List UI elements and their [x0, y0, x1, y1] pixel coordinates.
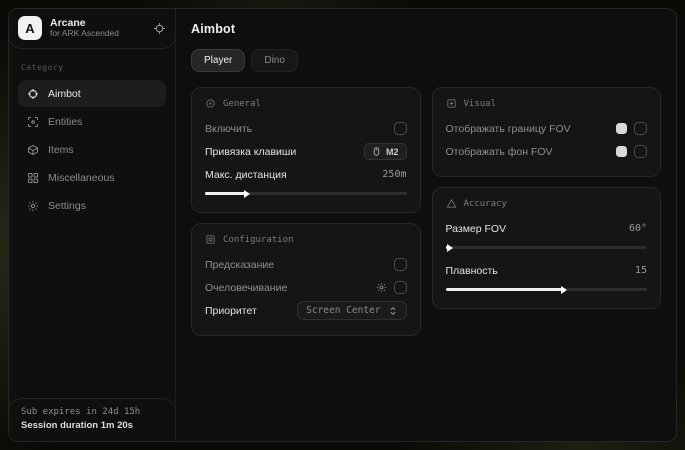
mouse-icon — [372, 146, 381, 157]
sidebar-item-items[interactable]: Items — [18, 136, 166, 163]
sidebar-header: A Arcane for ARK Ascended — [8, 9, 176, 49]
priority-label: Приоритет — [205, 305, 257, 317]
right-column: Visual Отображать границу FOV Отображать… — [432, 87, 662, 336]
card-general: General Включить Привязка клавиши M2 — [191, 87, 421, 213]
sidebar-item-aimbot[interactable]: Aimbot — [18, 80, 166, 107]
card-visual-header: Visual — [446, 98, 648, 109]
grid-icon — [27, 172, 39, 184]
row-priority: Приоритет Screen Center — [205, 299, 407, 322]
left-column: General Включить Привязка клавиши M2 — [191, 87, 421, 336]
triangle-icon — [446, 198, 457, 209]
fov-bg-controls — [616, 145, 647, 158]
card-visual: Visual Отображать границу FOV Отображать… — [432, 87, 662, 177]
card-general-header: General — [205, 98, 407, 109]
card-configuration-header: Configuration — [205, 234, 407, 245]
priority-value: Screen Center — [306, 305, 380, 316]
smoothness-value: 15 — [635, 265, 647, 276]
app-subtitle: for ARK Ascended — [50, 29, 145, 39]
keybind-value: M2 — [386, 147, 399, 157]
row-enable: Включить — [205, 117, 407, 140]
tab-player[interactable]: Player — [191, 49, 245, 72]
fov-size-value: 60° — [629, 223, 647, 234]
tab-dino[interactable]: Dino — [251, 49, 298, 72]
target-icon — [205, 98, 216, 109]
card-configuration: Configuration Предсказание Очеловечивани… — [191, 223, 421, 336]
row-distance: Макс. дистанция 250m — [205, 163, 407, 186]
crosshair-icon[interactable] — [153, 22, 166, 35]
row-prediction: Предсказание — [205, 253, 407, 276]
app-logo: A — [18, 16, 42, 40]
prediction-label: Предсказание — [205, 259, 274, 271]
row-humanize: Очеловечивание — [205, 276, 407, 299]
sidebar-nav: Category Aimbot Entities Items — [9, 49, 175, 228]
distance-slider[interactable] — [205, 192, 407, 195]
keybind-label: Привязка клавиши — [205, 146, 296, 158]
scan-icon — [27, 116, 39, 128]
fov-bg-label: Отображать фон FOV — [446, 146, 553, 158]
tab-bar: Player Dino — [191, 49, 661, 72]
card-accuracy-header: Accuracy — [446, 198, 648, 209]
sidebar-item-label: Aimbot — [48, 88, 81, 100]
distance-value: 250m — [382, 169, 406, 180]
fov-border-color-swatch[interactable] — [616, 123, 627, 134]
gear-icon[interactable] — [376, 282, 387, 293]
row-fov-bg: Отображать фон FOV — [446, 140, 648, 163]
sidebar: A Arcane for ARK Ascended Category Aimbo… — [9, 9, 176, 441]
humanize-label: Очеловечивание — [205, 282, 287, 294]
card-accuracy: Accuracy Размер FOV 60° Плавность — [432, 187, 662, 309]
sidebar-item-settings[interactable]: Settings — [18, 192, 166, 219]
sidebar-item-label: Entities — [48, 116, 82, 128]
row-fov-border: Отображать границу FOV — [446, 117, 648, 140]
chevrons-up-down-icon — [388, 306, 398, 316]
prediction-checkbox[interactable] — [394, 258, 407, 271]
card-title: Accuracy — [464, 199, 507, 209]
smoothness-slider[interactable] — [446, 288, 648, 291]
overlay-window: A Arcane for ARK Ascended Category Aimbo… — [8, 8, 677, 442]
card-title: General — [223, 99, 261, 109]
main-panel: Aimbot Player Dino General Включить — [176, 9, 676, 441]
sidebar-footer: Sub expires in 24d 15h Session duration … — [8, 398, 176, 441]
cards-area: General Включить Привязка клавиши M2 — [191, 87, 661, 336]
enable-checkbox[interactable] — [394, 122, 407, 135]
fov-border-controls — [616, 122, 647, 135]
row-keybind: Привязка клавиши M2 — [205, 140, 407, 163]
slider-thumb[interactable] — [244, 190, 250, 198]
page-title: Aimbot — [191, 22, 661, 36]
package-icon — [27, 144, 39, 156]
gear-icon — [27, 200, 39, 212]
fov-size-slider[interactable] — [446, 246, 648, 249]
sidebar-item-label: Settings — [48, 200, 86, 212]
row-smoothness: Плавность 15 — [446, 259, 648, 282]
slider-thumb[interactable] — [447, 244, 453, 252]
row-fov-size: Размер FOV 60° — [446, 217, 648, 240]
smoothness-label: Плавность — [446, 265, 498, 277]
frame-icon — [446, 98, 457, 109]
fov-bg-checkbox[interactable] — [634, 145, 647, 158]
sidebar-item-label: Miscellaneous — [48, 172, 115, 184]
fov-border-label: Отображать границу FOV — [446, 123, 571, 135]
crosshair-icon — [27, 88, 39, 100]
session-duration-text: Session duration 1m 20s — [21, 420, 163, 431]
humanize-checkbox[interactable] — [394, 281, 407, 294]
sidebar-item-label: Items — [48, 144, 74, 156]
category-label: Category — [18, 57, 166, 80]
fov-border-checkbox[interactable] — [634, 122, 647, 135]
sidebar-item-miscellaneous[interactable]: Miscellaneous — [18, 164, 166, 191]
card-title: Configuration — [223, 235, 293, 245]
card-title: Visual — [464, 99, 497, 109]
enable-label: Включить — [205, 123, 252, 135]
sub-expires-text: Sub expires in 24d 15h — [21, 407, 163, 417]
box-icon — [205, 234, 216, 245]
fov-size-label: Размер FOV — [446, 223, 507, 235]
priority-dropdown[interactable]: Screen Center — [297, 301, 406, 320]
fov-bg-color-swatch[interactable] — [616, 146, 627, 157]
distance-label: Макс. дистанция — [205, 169, 287, 181]
humanize-controls — [376, 281, 407, 294]
slider-thumb[interactable] — [561, 286, 567, 294]
sidebar-item-entities[interactable]: Entities — [18, 108, 166, 135]
keybind-button[interactable]: M2 — [364, 143, 407, 160]
app-title-block: Arcane for ARK Ascended — [50, 17, 145, 39]
